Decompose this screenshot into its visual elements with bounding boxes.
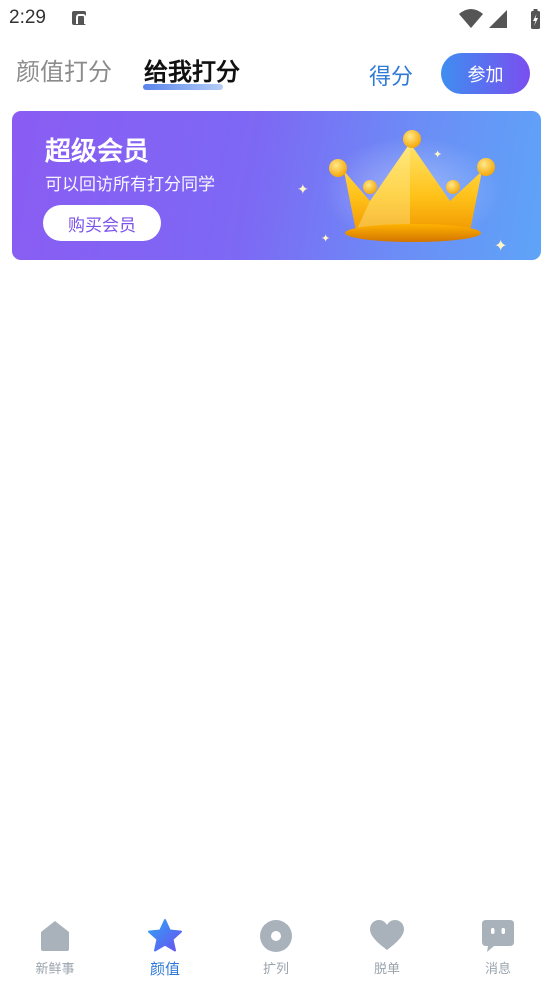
nav-label-dating: 脱单 (373, 962, 400, 977)
top-header: 颜值打分 给我打分 得分 参加 (0, 46, 553, 102)
buy-vip-button[interactable]: 购买会员 (43, 205, 161, 241)
crown-illustration: ✦ ✦ ✦ ✦ (292, 121, 532, 256)
nav-label-expand: 扩列 (262, 962, 289, 977)
bottom-nav: 新鲜事 颜值 扩列 脱单 消息 (0, 910, 553, 984)
notification-icon (72, 11, 86, 25)
nav-item-messages[interactable]: 消息 (443, 910, 553, 984)
tab-rate-looks[interactable]: 颜值打分 (16, 56, 112, 88)
vip-subtitle: 可以回访所有打分同学 (45, 175, 215, 195)
nav-item-looks[interactable]: 颜值 (110, 910, 220, 984)
join-button[interactable]: 参加 (441, 53, 530, 94)
status-time: 2:29 (9, 7, 46, 28)
battery-icon (531, 9, 540, 29)
nav-label-news: 新鲜事 (35, 962, 75, 977)
ring-icon (260, 920, 292, 952)
score-link[interactable]: 得分 (369, 59, 413, 91)
crown-icon (329, 130, 495, 242)
vip-title: 超级会员 (45, 137, 150, 167)
signal-icon (489, 10, 507, 28)
chat-bubble-icon (482, 920, 514, 952)
heart-icon (370, 920, 404, 950)
nav-label-looks: 颜值 (149, 960, 180, 978)
nav-item-dating[interactable]: 脱单 (332, 910, 442, 984)
home-icon (41, 921, 69, 951)
wifi-icon (459, 9, 483, 28)
star-icon (148, 919, 182, 952)
tab-rate-me[interactable]: 给我打分 (144, 56, 240, 88)
nav-item-news[interactable]: 新鲜事 (0, 910, 110, 984)
nav-item-expand[interactable]: 扩列 (221, 910, 331, 984)
nav-label-messages: 消息 (484, 962, 511, 977)
vip-banner[interactable]: 超级会员 可以回访所有打分同学 购买会员 ✦ ✦ ✦ ✦ (12, 111, 541, 260)
status-icons (459, 8, 543, 30)
status-bar: 2:29 (0, 0, 553, 38)
